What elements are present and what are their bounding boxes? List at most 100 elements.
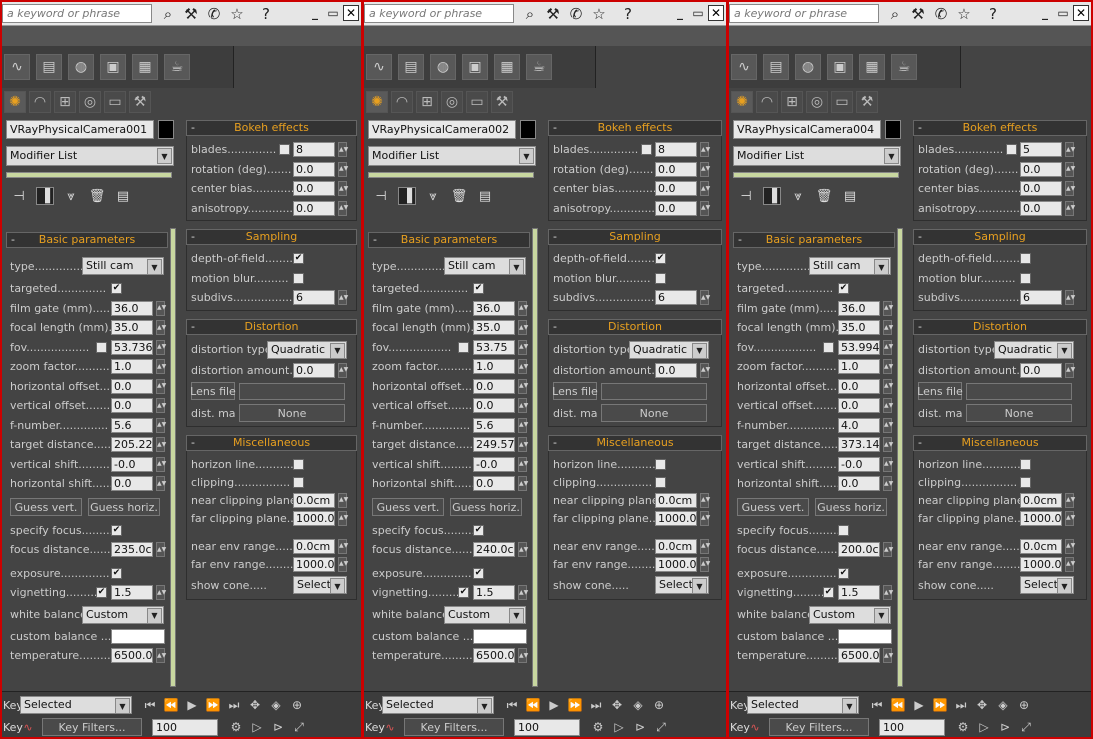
camera-type-dropdown[interactable]: Still cam ▼: [444, 257, 526, 275]
spinner-arrows-icon[interactable]: ▲▼: [338, 510, 348, 526]
spinner-arrows-icon[interactable]: ▲▼: [338, 538, 348, 554]
display-tab-icon[interactable]: ▭: [104, 91, 126, 113]
spinner-arrows-icon[interactable]: ▲▼: [518, 417, 528, 433]
spinner-arrows-icon[interactable]: ▲▼: [156, 542, 166, 558]
star-icon[interactable]: ☆: [227, 4, 247, 24]
vertical-shift-spinner[interactable]: -0.0: [838, 456, 880, 472]
spinner-arrows-icon[interactable]: ▲▼: [338, 181, 348, 197]
guess-horiz-button[interactable]: Guess horiz.: [88, 498, 160, 516]
spinner-arrows-icon[interactable]: ▲▼: [1065, 161, 1075, 177]
spinner-arrows-icon[interactable]: ▲▼: [1065, 142, 1075, 158]
spinner-arrows-icon[interactable]: ▲▼: [156, 359, 166, 375]
selection-set-dropdown[interactable]: Selected ▼: [20, 696, 132, 714]
render-setup-icon[interactable]: ▣: [827, 54, 853, 80]
create-tab-icon[interactable]: ✺: [366, 91, 388, 113]
distortion-amount-spinner[interactable]: 0.0: [293, 362, 335, 378]
dof-checkbox[interactable]: [1020, 253, 1031, 265]
spinner-arrows-icon[interactable]: ▲▼: [883, 300, 893, 316]
hierarchy-tab-icon[interactable]: ⊞: [416, 91, 438, 113]
rotation-spinner[interactable]: 0.0: [655, 161, 697, 177]
modifier-list-dropdown[interactable]: Modifier List ▼: [6, 146, 174, 166]
binoculars-icon[interactable]: ⌕: [158, 4, 178, 24]
target-distance-spinner[interactable]: 249.576: [473, 437, 515, 453]
vignetting-spinner[interactable]: 1.5: [838, 585, 880, 601]
spinner-arrows-icon[interactable]: ▲▼: [518, 378, 528, 394]
fov-spinner[interactable]: 53.994: [838, 339, 880, 355]
restore-button[interactable]: ▭: [325, 5, 341, 21]
spinner-arrows-icon[interactable]: ▲▼: [1065, 362, 1075, 378]
spinner-arrows-icon[interactable]: ▲▼: [883, 398, 893, 414]
bokeh-header[interactable]: - Bokeh effects: [913, 120, 1087, 136]
spinner-arrows-icon[interactable]: ▲▼: [883, 456, 893, 472]
fov-checkbox[interactable]: [823, 341, 834, 353]
white-balance-dropdown[interactable]: Custom ▼: [809, 605, 891, 624]
distortion-type-dropdown[interactable]: Quadratic ▼: [629, 340, 709, 359]
show-cone-dropdown[interactable]: Selected ▼: [1020, 576, 1074, 594]
key-filters-button[interactable]: Key Filters...: [769, 718, 869, 736]
help-icon[interactable]: ?: [250, 4, 282, 24]
focus-distance-spinner[interactable]: 240.0cm: [473, 542, 515, 558]
spinner-arrows-icon[interactable]: ▲▼: [883, 378, 893, 394]
spinner-arrows-icon[interactable]: ▲▼: [883, 437, 893, 453]
dist-map-button[interactable]: None: [601, 404, 707, 422]
hierarchy-tab-icon[interactable]: ⊞: [781, 91, 803, 113]
fov-spinner[interactable]: 53.75: [473, 339, 515, 355]
binoculars-icon[interactable]: ⌕: [520, 4, 540, 24]
distortion-amount-spinner[interactable]: 0.0: [655, 362, 697, 378]
key-mode-icon[interactable]: ∿: [20, 719, 36, 735]
field-of-view-icon[interactable]: ⊳: [270, 719, 286, 735]
spinner-arrows-icon[interactable]: ▲▼: [883, 648, 893, 664]
field-of-view-icon[interactable]: ⊳: [997, 719, 1013, 735]
pan-icon[interactable]: ✥: [974, 697, 990, 713]
spinner-arrows-icon[interactable]: ▲▼: [1065, 538, 1075, 554]
film-gate-spinner[interactable]: 36.0: [111, 300, 153, 316]
tools-icon[interactable]: ⚒: [181, 4, 201, 24]
spinner-arrows-icon[interactable]: ▲▼: [700, 492, 710, 508]
create-tab-icon[interactable]: ✺: [4, 91, 26, 113]
go-to-end-icon[interactable]: ⏭: [226, 697, 242, 713]
lens-file-button[interactable]: Lens file: [917, 382, 963, 400]
spinner-arrows-icon[interactable]: ▲▼: [1065, 556, 1075, 572]
spinner-arrows-icon[interactable]: ▲▼: [156, 417, 166, 433]
near-env-spinner[interactable]: 0.0cm: [293, 538, 335, 554]
blades-spinner[interactable]: 8: [293, 142, 335, 158]
maximize-viewport-icon[interactable]: ⤢: [653, 719, 669, 735]
bokeh-header[interactable]: - Bokeh effects: [186, 120, 357, 136]
temperature-spinner[interactable]: 6500.0: [838, 648, 880, 664]
spinner-arrows-icon[interactable]: ▲▼: [883, 320, 893, 336]
modify-tab-icon[interactable]: ◠: [391, 91, 413, 113]
restore-button[interactable]: ▭: [690, 5, 706, 21]
bokeh-header[interactable]: - Bokeh effects: [548, 120, 722, 136]
time-config-icon[interactable]: ⚙: [590, 719, 606, 735]
time-config-icon[interactable]: ⚙: [955, 719, 971, 735]
spinner-arrows-icon[interactable]: ▲▼: [338, 492, 348, 508]
spinner-arrows-icon[interactable]: ▲▼: [156, 476, 166, 492]
selection-set-dropdown[interactable]: Selected ▼: [747, 696, 859, 714]
go-to-end-icon[interactable]: ⏭: [588, 697, 604, 713]
spinner-arrows-icon[interactable]: ▲▼: [338, 362, 348, 378]
motion-blur-checkbox[interactable]: [655, 272, 666, 284]
rotation-spinner[interactable]: 0.0: [1020, 161, 1062, 177]
horizontal-offset-spinner[interactable]: 0.0: [838, 378, 880, 394]
fov-checkbox[interactable]: [458, 341, 469, 353]
panel-scrollbar[interactable]: [897, 228, 903, 687]
spinner-arrows-icon[interactable]: ▲▼: [883, 476, 893, 492]
white-balance-dropdown[interactable]: Custom ▼: [82, 605, 164, 624]
play-icon[interactable]: ▶: [546, 697, 562, 713]
spinner-arrows-icon[interactable]: ▲▼: [156, 456, 166, 472]
render-setup-icon[interactable]: ▣: [462, 54, 488, 80]
spinner-arrows-icon[interactable]: ▲▼: [700, 161, 710, 177]
spinner-arrows-icon[interactable]: ▲▼: [156, 300, 166, 316]
far-env-spinner[interactable]: 1000.0c: [655, 556, 697, 572]
render-teapot-icon[interactable]: ☕: [526, 54, 552, 80]
white-balance-dropdown[interactable]: Custom ▼: [444, 605, 526, 624]
spinner-arrows-icon[interactable]: ▲▼: [518, 398, 528, 414]
fov-checkbox[interactable]: [96, 341, 107, 353]
targeted-checkbox[interactable]: ✔: [473, 283, 484, 295]
modify-tab-icon[interactable]: ◠: [29, 91, 51, 113]
specify-focus-checkbox[interactable]: ✔: [111, 524, 122, 536]
pin-stack-icon[interactable]: ⊣: [372, 187, 390, 205]
fov-spinner[interactable]: 53.736: [111, 339, 153, 355]
help-icon[interactable]: ?: [612, 4, 644, 24]
target-distance-spinner[interactable]: 205.226: [111, 437, 153, 453]
